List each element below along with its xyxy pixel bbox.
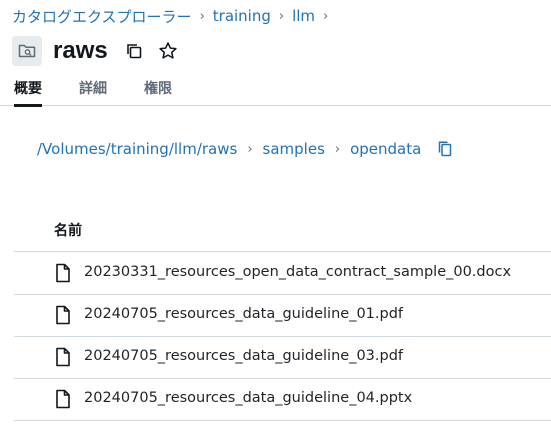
path-segment-samples[interactable]: samples: [263, 140, 325, 158]
table-row[interactable]: 20240705_resources_data_guideline_01.pdf: [14, 295, 551, 337]
file-name[interactable]: 20240705_resources_data_guideline_04.ppt…: [84, 390, 412, 406]
path-segment-volume[interactable]: /Volumes/training/llm/raws: [37, 140, 237, 158]
file-name[interactable]: 20240705_resources_data_guideline_01.pdf: [84, 306, 403, 322]
star-icon[interactable]: [157, 40, 179, 62]
file-name[interactable]: 20230331_resources_open_data_contract_sa…: [84, 264, 511, 280]
volume-path: /Volumes/training/llm/raws › samples › o…: [37, 138, 454, 160]
path-segment-opendata[interactable]: opendata: [350, 140, 421, 158]
folder-icon: [12, 36, 42, 66]
file-icon: [54, 305, 72, 325]
table-row[interactable]: 20230331_resources_open_data_contract_sa…: [14, 253, 551, 295]
tab-permissions[interactable]: 権限: [144, 78, 172, 106]
table-row[interactable]: 20240705_resources_data_guideline_03.pdf: [14, 337, 551, 379]
chevron-right-icon: ›: [278, 8, 285, 24]
breadcrumb-training[interactable]: training: [213, 7, 271, 25]
copy-icon[interactable]: [123, 40, 145, 62]
chevron-right-icon: ›: [199, 8, 205, 24]
chevron-right-icon: ›: [247, 141, 253, 157]
file-icon: [54, 347, 72, 367]
page-title: raws: [53, 37, 108, 64]
table-row[interactable]: 20240705_resources_data_guideline_04.ppt…: [14, 379, 551, 421]
table-header: 名前: [14, 210, 551, 252]
breadcrumb: カタログエクスプローラー › training › llm ›: [12, 5, 336, 27]
copy-icon[interactable]: [436, 140, 454, 158]
title-row: raws: [12, 34, 179, 68]
tab-details[interactable]: 詳細: [79, 78, 107, 106]
breadcrumb-catalog-explorer[interactable]: カタログエクスプローラー: [12, 6, 192, 27]
catalog-explorer-page: カタログエクスプローラー › training › llm › raws 概要 …: [0, 0, 551, 441]
tab-bar: 概要 詳細 権限: [0, 74, 551, 107]
file-name[interactable]: 20240705_resources_data_guideline_03.pdf: [84, 348, 403, 364]
file-icon: [54, 263, 72, 283]
column-header-name[interactable]: 名前: [54, 220, 82, 240]
file-icon: [54, 389, 72, 409]
chevron-right-icon: ›: [323, 8, 329, 24]
tab-overview[interactable]: 概要: [14, 78, 42, 107]
chevron-right-icon: ›: [334, 141, 341, 157]
breadcrumb-llm[interactable]: llm: [292, 7, 315, 25]
